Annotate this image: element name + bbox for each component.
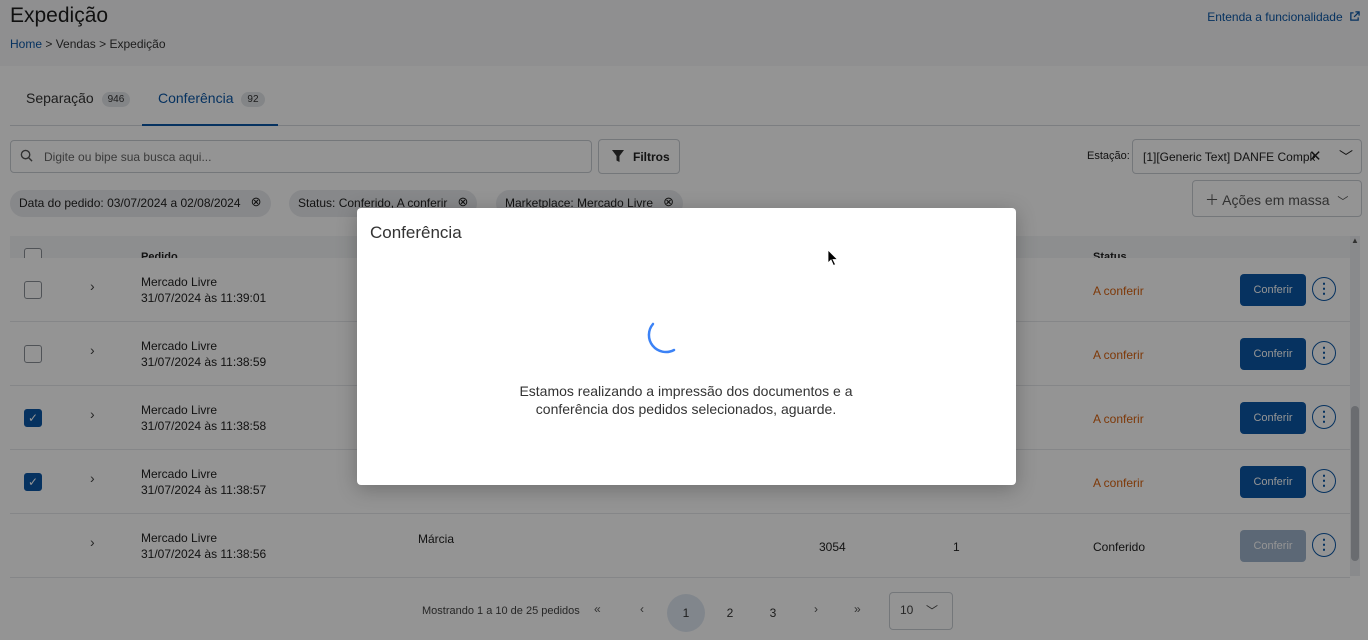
- modal-title: Conferência: [370, 223, 462, 242]
- conferencia-modal: Conferência Estamos realizando a impress…: [357, 208, 1016, 485]
- loading-spinner-icon: [647, 322, 676, 354]
- modal-message: Estamos realizando a impressão dos docum…: [519, 383, 853, 417]
- mouse-cursor-icon: [827, 249, 839, 272]
